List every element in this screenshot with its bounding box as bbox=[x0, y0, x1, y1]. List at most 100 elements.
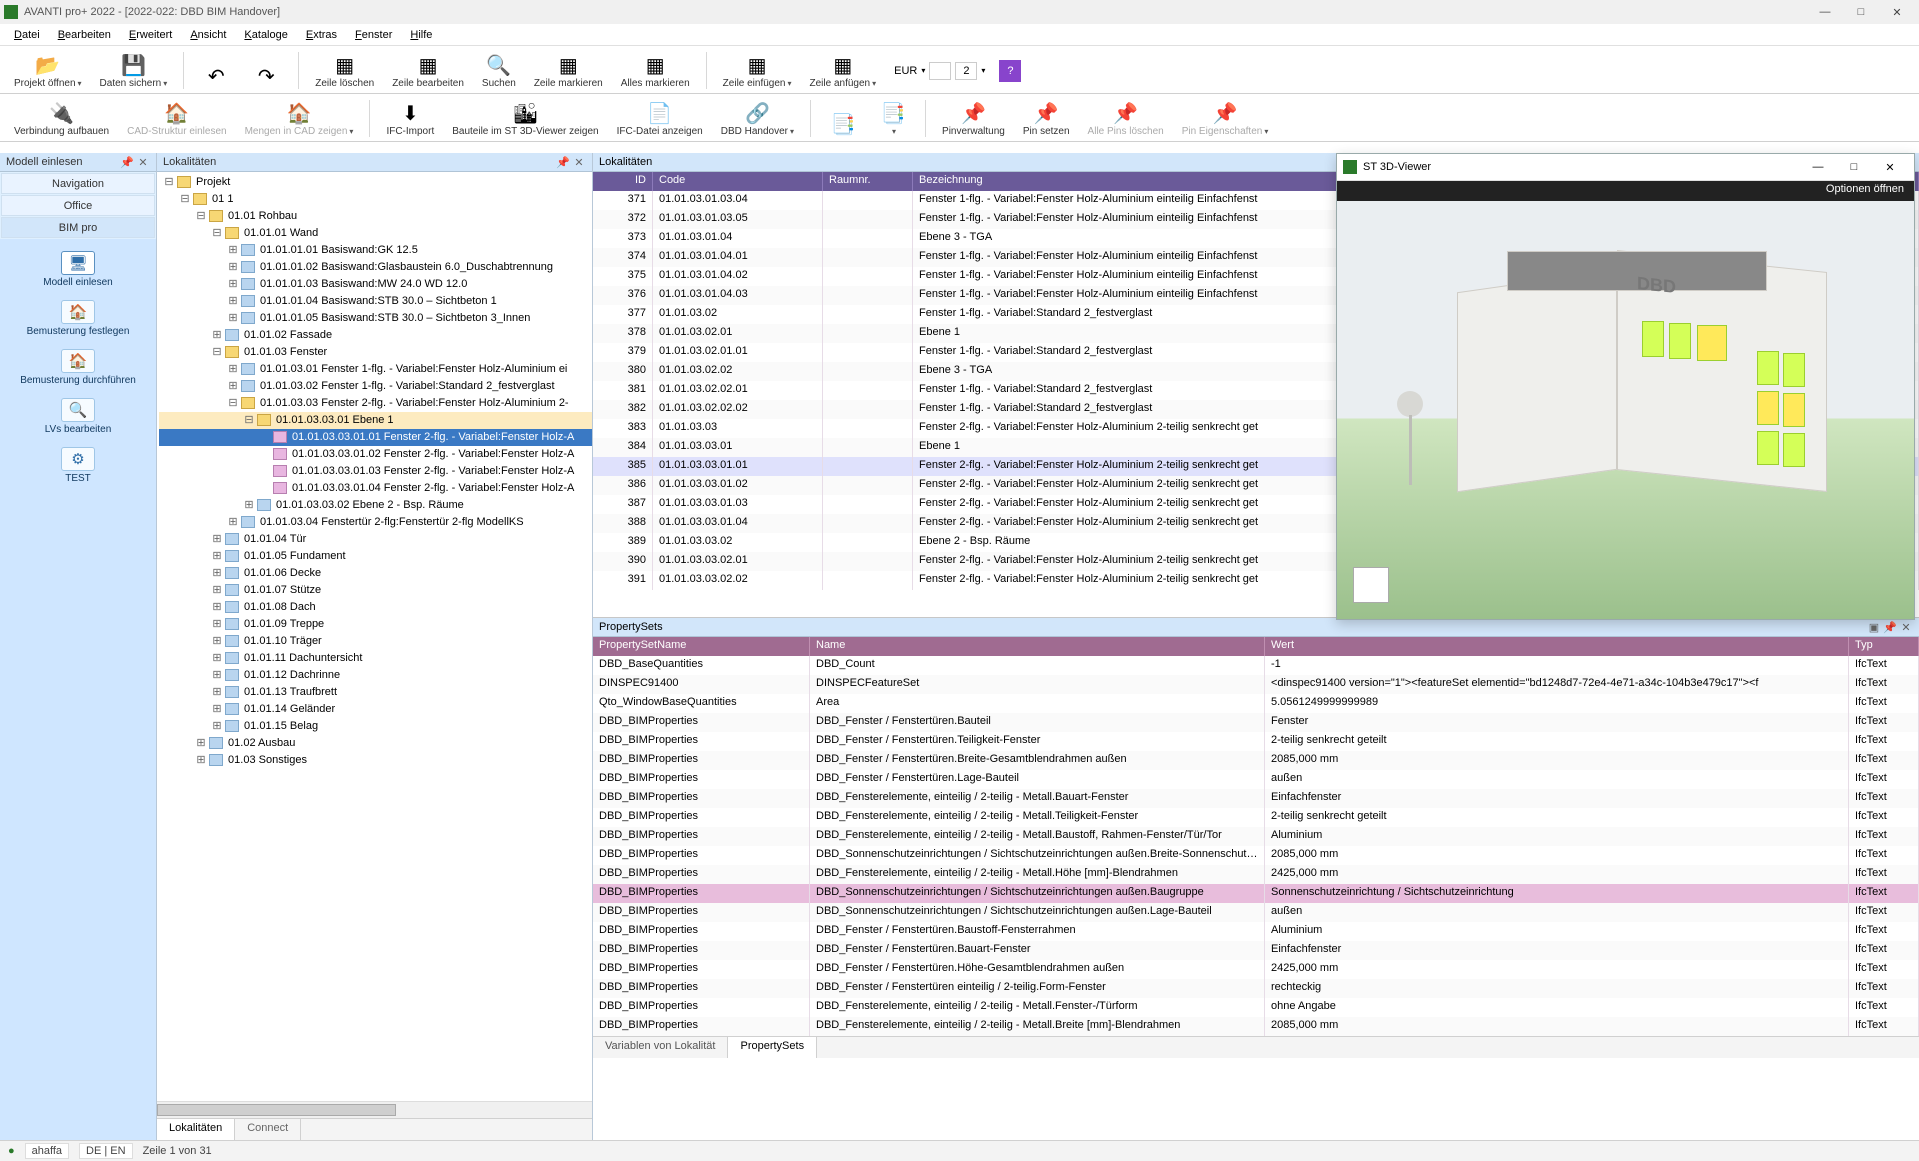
toolbar-pin-eigenschaften[interactable]: 📌Pin Eigenschaften bbox=[1176, 98, 1275, 139]
toolbar-alle-pins-l-schen[interactable]: 📌Alle Pins löschen bbox=[1082, 98, 1170, 139]
tree-node[interactable]: ⊞ 01.01.07 Stütze bbox=[159, 582, 592, 599]
table-row[interactable]: DBD_BIMPropertiesDBD_Fenster / Fenstertü… bbox=[593, 960, 1919, 979]
toolbar--[interactable]: ↷ bbox=[244, 50, 288, 91]
grid-tool-icon[interactable]: ▣ bbox=[1867, 620, 1881, 634]
toolbar-suchen[interactable]: 🔍Suchen bbox=[476, 50, 522, 91]
view-cube-icon[interactable] bbox=[1353, 567, 1389, 603]
tree-node[interactable]: ⊞ 01.01.13 Traufbrett bbox=[159, 684, 592, 701]
window-close-button[interactable]: ✕ bbox=[1879, 0, 1915, 24]
viewer-minimize-button[interactable]: — bbox=[1800, 161, 1836, 173]
tree-node[interactable]: ⊞ 01.01.06 Decke bbox=[159, 565, 592, 582]
table-row[interactable]: Qto_WindowBaseQuantitiesArea5.0561249999… bbox=[593, 694, 1919, 713]
viewer-canvas[interactable]: DBD bbox=[1337, 201, 1914, 619]
table-row[interactable]: DBD_BIMPropertiesDBD_Sonnenschutzeinrich… bbox=[593, 846, 1919, 865]
table-row[interactable]: DBD_BIMPropertiesDBD_Fensterelemente, ei… bbox=[593, 865, 1919, 884]
col-name[interactable]: Name bbox=[810, 637, 1265, 656]
toolbar-zeile-bearbeiten[interactable]: ▦Zeile bearbeiten bbox=[386, 50, 470, 91]
table-row[interactable]: DBD_BIMPropertiesDBD_Fenster / Fenstertü… bbox=[593, 941, 1919, 960]
menu-extras[interactable]: Extras bbox=[298, 27, 345, 43]
toolbar-zeile-anf-gen[interactable]: ▦Zeile anfügen bbox=[804, 50, 883, 91]
tab-propertysets[interactable]: PropertySets bbox=[728, 1037, 817, 1058]
col-typ[interactable]: Typ bbox=[1849, 637, 1919, 656]
col-id[interactable]: ID bbox=[593, 172, 653, 191]
tree-node[interactable]: 01.01.03.03.01.01 Fenster 2-flg. - Varia… bbox=[159, 429, 592, 446]
status-user[interactable]: ahaffa bbox=[25, 1143, 69, 1159]
viewer-maximize-button[interactable]: □ bbox=[1836, 161, 1872, 173]
menu-kataloge[interactable]: Kataloge bbox=[236, 27, 295, 43]
tree-node[interactable]: ⊞ 01.01.09 Treppe bbox=[159, 616, 592, 633]
currency-input-2[interactable] bbox=[955, 62, 977, 80]
tree-node[interactable]: ⊞ 01.01.01.03 Basiswand:MW 24.0 WD 12.0 bbox=[159, 276, 592, 293]
tree-node[interactable]: ⊟ 01 1 bbox=[159, 191, 592, 208]
status-language[interactable]: DE | EN bbox=[79, 1143, 133, 1159]
grid-column-headers[interactable]: PropertySetName Name Wert Typ bbox=[593, 637, 1919, 656]
tree-node[interactable]: ⊞ 01.01.01.05 Basiswand:STB 30.0 – Sicht… bbox=[159, 310, 592, 327]
table-row[interactable]: DBD_BIMPropertiesDBD_Fenster / Fenstertü… bbox=[593, 979, 1919, 998]
tree-node[interactable]: ⊞ 01.01.05 Fundament bbox=[159, 548, 592, 565]
toolbar-daten-sichern[interactable]: 💾Daten sichern bbox=[94, 50, 174, 91]
toolbar--[interactable]: 📑 bbox=[821, 98, 865, 139]
table-row[interactable]: DBD_BIMPropertiesDBD_Fenster / Fenstertü… bbox=[593, 922, 1919, 941]
tree-node[interactable]: 01.01.03.03.01.03 Fenster 2-flg. - Varia… bbox=[159, 463, 592, 480]
toolbar-alles-markieren[interactable]: ▦Alles markieren bbox=[615, 50, 696, 91]
tree-node[interactable]: ⊞ 01.01.01.01 Basiswand:GK 12.5 bbox=[159, 242, 592, 259]
toolbar-ifc-import[interactable]: ⬇IFC-Import bbox=[380, 98, 440, 139]
table-row[interactable]: DBD_BaseQuantitiesDBD_Count-1IfcText bbox=[593, 656, 1919, 675]
toolbar--[interactable]: 📑 bbox=[871, 98, 915, 139]
table-row[interactable]: DBD_BIMPropertiesDBD_Fensterelemente, ei… bbox=[593, 808, 1919, 827]
close-icon[interactable]: ✕ bbox=[1899, 620, 1913, 634]
nav-tab-bim-pro[interactable]: BIM pro bbox=[1, 217, 155, 238]
table-row[interactable]: DBD_BIMPropertiesDBD_Sonnenschutzeinrich… bbox=[593, 903, 1919, 922]
table-row[interactable]: DBD_BIMPropertiesDBD_Fenster / Fenstertü… bbox=[593, 770, 1919, 789]
col-code[interactable]: Code bbox=[653, 172, 823, 191]
tree-node[interactable]: ⊞ 01.02 Ausbau bbox=[159, 735, 592, 752]
tree-node[interactable]: ⊞ 01.01.03.04 Fenstertür 2-flg:Fenstertü… bbox=[159, 514, 592, 531]
tree-node[interactable]: ⊟ 01.01.03.03.01 Ebene 1 bbox=[159, 412, 592, 429]
toolbar-pinverwaltung[interactable]: 📌Pinverwaltung bbox=[936, 98, 1011, 139]
tree-node[interactable]: ⊟ 01.01.03.03 Fenster 2-flg. - Variabel:… bbox=[159, 395, 592, 412]
toolbar-bauteile-im-st-3d-viewer-zeigen[interactable]: 🏙Bauteile im ST 3D-Viewer zeigen bbox=[446, 98, 604, 139]
locality-tree[interactable]: ⊟ Projekt⊟ 01 1⊟ 01.01 Rohbau⊟ 01.01.01 … bbox=[157, 172, 592, 1101]
tree-node[interactable]: ⊞ 01.03 Sonstiges bbox=[159, 752, 592, 769]
pin-icon[interactable]: 📌 bbox=[556, 155, 570, 169]
close-icon[interactable]: ✕ bbox=[572, 155, 586, 169]
tree-node[interactable]: ⊟ Projekt bbox=[159, 174, 592, 191]
menu-fenster[interactable]: Fenster bbox=[347, 27, 400, 43]
toolbar-mengen-in-cad-zeigen[interactable]: 🏠Mengen in CAD zeigen bbox=[239, 98, 360, 139]
tree-node[interactable]: ⊞ 01.01.04 Tür bbox=[159, 531, 592, 548]
help-icon[interactable]: ? bbox=[999, 60, 1021, 82]
pin-icon[interactable]: 📌 bbox=[120, 155, 134, 169]
table-row[interactable]: DINSPEC91400DINSPECFeatureSet<dinspec914… bbox=[593, 675, 1919, 694]
table-row[interactable]: DBD_BIMPropertiesDBD_Fenster / Fenstertü… bbox=[593, 732, 1919, 751]
menu-bearbeiten[interactable]: Bearbeiten bbox=[50, 27, 119, 43]
toolbar-ifc-datei-anzeigen[interactable]: 📄IFC-Datei anzeigen bbox=[611, 98, 709, 139]
toolbar-dbd-handover[interactable]: 🔗DBD Handover bbox=[715, 98, 800, 139]
nav-item-bemusterung-festlegen[interactable]: 🏠Bemusterung festlegen bbox=[18, 296, 138, 341]
tree-node[interactable]: ⊞ 01.01.03.01 Fenster 1-flg. - Variabel:… bbox=[159, 361, 592, 378]
table-row[interactable]: DBD_BIMPropertiesDBD_Sonnenschutzeinrich… bbox=[593, 884, 1919, 903]
col-wert[interactable]: Wert bbox=[1265, 637, 1849, 656]
tree-node[interactable]: ⊞ 01.01.01.02 Basiswand:Glasbaustein 6.0… bbox=[159, 259, 592, 276]
toolbar--[interactable]: ↶ bbox=[194, 50, 238, 91]
tree-node[interactable]: ⊞ 01.01.15 Belag bbox=[159, 718, 592, 735]
tab-connect[interactable]: Connect bbox=[235, 1119, 301, 1140]
menu-hilfe[interactable]: Hilfe bbox=[402, 27, 440, 43]
table-row[interactable]: DBD_BIMPropertiesDBD_Fensterelemente, ei… bbox=[593, 789, 1919, 808]
toolbar-zeile-markieren[interactable]: ▦Zeile markieren bbox=[528, 50, 609, 91]
nav-item-lvs-bearbeiten[interactable]: 🔍LVs bearbeiten bbox=[18, 394, 138, 439]
toolbar-projekt-ffnen[interactable]: 📂Projekt öffnen bbox=[8, 50, 88, 91]
tree-node[interactable]: ⊞ 01.01.01.04 Basiswand:STB 30.0 – Sicht… bbox=[159, 293, 592, 310]
tree-node[interactable]: 01.01.03.03.01.02 Fenster 2-flg. - Varia… bbox=[159, 446, 592, 463]
table-row[interactable]: DBD_BIMPropertiesDBD_Fensterelemente, ei… bbox=[593, 1017, 1919, 1036]
table-row[interactable]: DBD_BIMPropertiesDBD_Fensterelemente, ei… bbox=[593, 998, 1919, 1017]
tab-variablen[interactable]: Variablen von Lokalität bbox=[593, 1037, 728, 1058]
table-row[interactable]: DBD_BIMPropertiesDBD_Fenster / Fenstertü… bbox=[593, 751, 1919, 770]
tree-node[interactable]: ⊞ 01.01.08 Dach bbox=[159, 599, 592, 616]
viewer-close-button[interactable]: ✕ bbox=[1872, 161, 1908, 174]
nav-item-test[interactable]: ⚙TEST bbox=[18, 443, 138, 488]
st-3d-viewer-window[interactable]: ST 3D-Viewer — □ ✕ Optionen öffnen bbox=[1336, 153, 1915, 620]
tree-node[interactable]: ⊞ 01.01.10 Träger bbox=[159, 633, 592, 650]
grid-body[interactable]: DBD_BaseQuantitiesDBD_Count-1IfcTextDINS… bbox=[593, 656, 1919, 1036]
toolbar-pin-setzen[interactable]: 📌Pin setzen bbox=[1017, 98, 1076, 139]
tree-node[interactable]: ⊞ 01.01.11 Dachuntersicht bbox=[159, 650, 592, 667]
